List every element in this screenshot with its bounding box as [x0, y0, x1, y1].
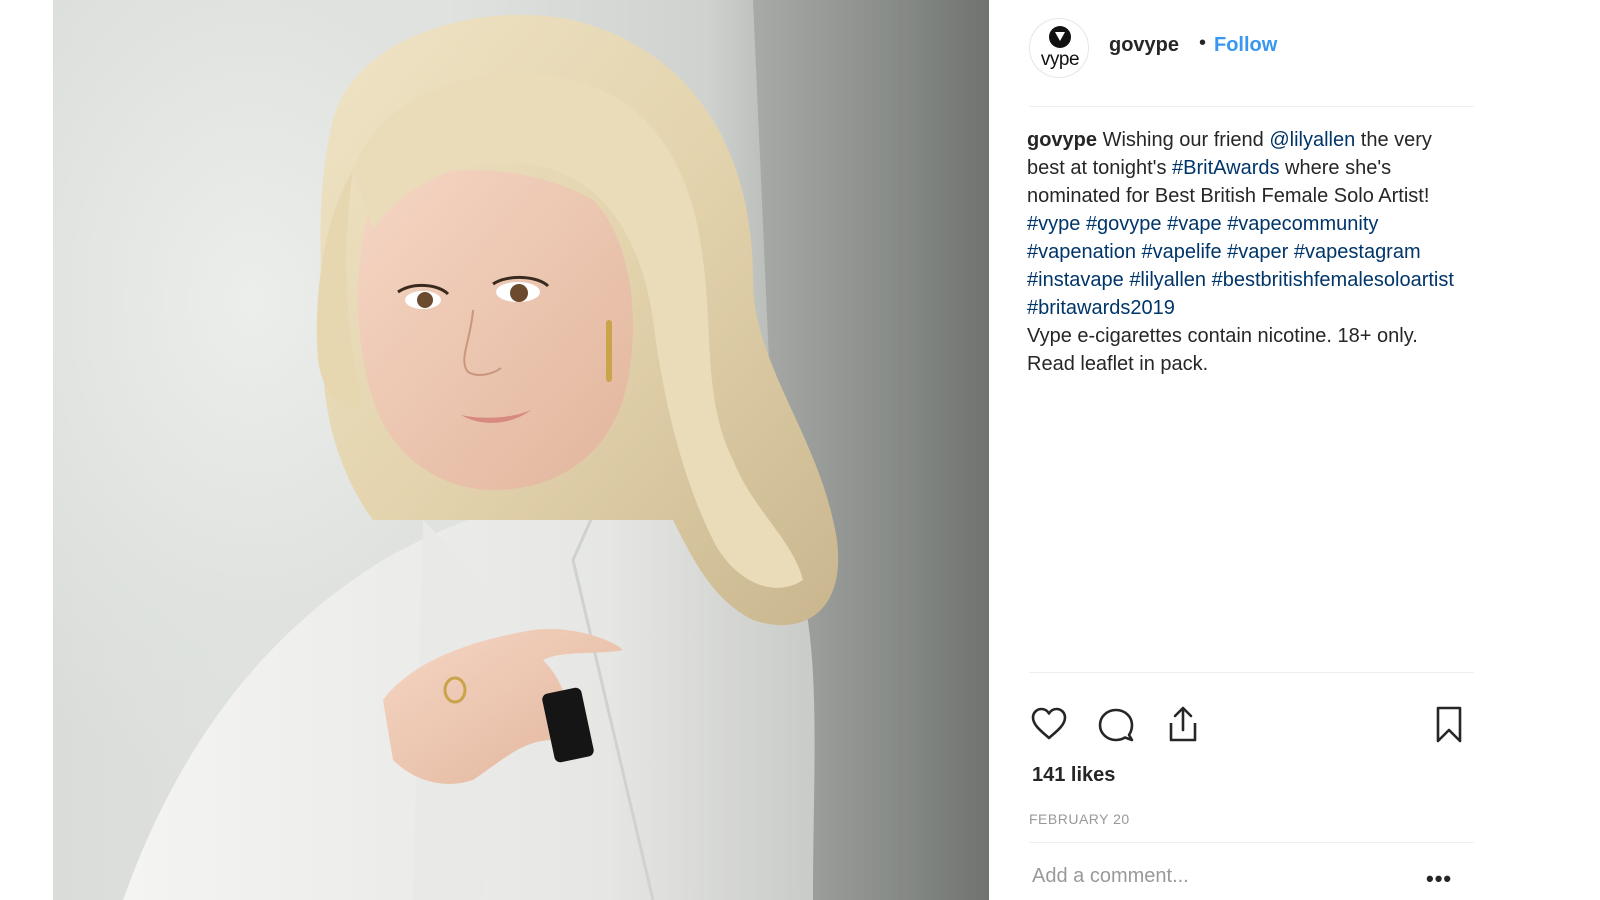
bookmark-icon [1436, 706, 1462, 743]
hashtag-link[interactable]: #vapelife [1142, 241, 1222, 263]
follow-button[interactable]: Follow [1214, 34, 1277, 57]
hashtag-link[interactable]: #britawards2019 [1027, 297, 1175, 319]
post-header: vype govype • Follow [1029, 18, 1474, 78]
header-divider [1029, 106, 1474, 107]
hashtag-link[interactable]: #govype [1086, 213, 1162, 235]
comment-icon [1098, 708, 1134, 742]
hashtag-link[interactable]: #vapecommunity [1227, 213, 1378, 235]
save-button[interactable] [1429, 705, 1469, 745]
comment-divider [1029, 842, 1474, 843]
like-button[interactable] [1029, 705, 1069, 745]
header-username[interactable]: govype [1109, 34, 1179, 57]
avatar-logo-text: vype [1040, 49, 1080, 70]
heart-icon [1031, 707, 1067, 740]
post-caption: govype Wishing our friend @lilyallen the… [1027, 126, 1457, 378]
hashtag-link[interactable]: #vape [1167, 213, 1222, 235]
portrait-illustration [123, 0, 989, 900]
caption-text-1: Wishing our friend [1097, 129, 1270, 151]
hashtag-link[interactable]: #bestbritishfemalesoloartist [1212, 269, 1454, 291]
more-options-button[interactable]: ••• [1426, 866, 1452, 892]
caption-username[interactable]: govype [1027, 129, 1097, 151]
actions-divider [1029, 672, 1474, 673]
hashtag-link[interactable]: #vaper [1227, 241, 1288, 263]
action-bar [1029, 705, 1474, 745]
share-icon [1169, 706, 1197, 742]
caption-disclaimer: Vype e-cigarettes contain nicotine. 18+ … [1027, 325, 1418, 375]
post-date: FEBRUARY 20 [1029, 811, 1130, 827]
post-image[interactable] [53, 0, 989, 900]
hashtag-link[interactable]: #vapestagram [1294, 241, 1421, 263]
comment-button[interactable] [1096, 705, 1136, 745]
hashtag-link[interactable]: #lilyallen [1129, 269, 1206, 291]
hashtag-link[interactable]: #instavape [1027, 269, 1124, 291]
caption-hashtag-britawards[interactable]: #BritAwards [1172, 157, 1279, 179]
comment-input[interactable]: Add a comment... [1032, 865, 1189, 888]
caption-mention[interactable]: @lilyallen [1269, 129, 1355, 151]
vype-logo-icon [1049, 26, 1071, 48]
caption-hashtags: #vype #govype #vape #vapecommunity #vape… [1027, 213, 1454, 319]
post-sidebar: vype govype • Follow govype Wishing our … [989, 0, 1600, 900]
share-button[interactable] [1163, 705, 1203, 745]
likes-count[interactable]: 141 likes [1032, 764, 1115, 787]
hashtag-link[interactable]: #vype [1027, 213, 1080, 235]
hashtag-link[interactable]: #vapenation [1027, 241, 1136, 263]
header-separator: • [1199, 32, 1207, 54]
avatar[interactable]: vype [1029, 18, 1089, 78]
